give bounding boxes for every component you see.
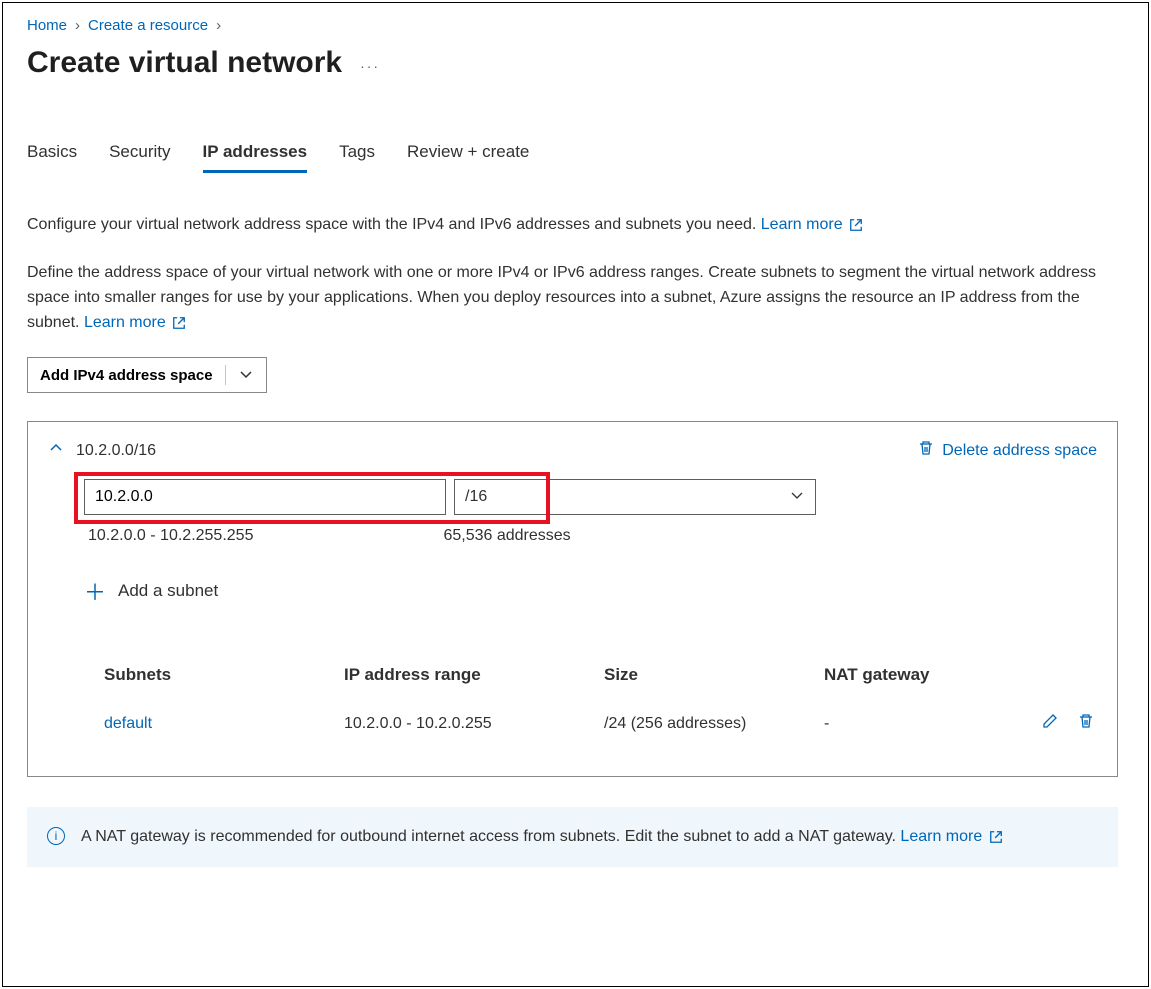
external-link-icon (989, 828, 1003, 842)
description-content: Define the address space of your virtual… (27, 264, 1096, 331)
tab-security[interactable]: Security (109, 142, 170, 173)
breadcrumb: Home › Create a resource › (27, 17, 1118, 34)
plus-icon: ＋ (84, 575, 106, 607)
add-subnet-label: Add a subnet (118, 581, 218, 601)
breadcrumb-sep: › (75, 17, 80, 34)
col-subnets: Subnets (104, 665, 344, 685)
collapse-toggle[interactable] (48, 440, 64, 461)
more-actions-button[interactable]: ··· (360, 58, 380, 74)
address-prefix-select[interactable]: /16 (454, 479, 816, 515)
info-icon: i (47, 827, 65, 845)
col-size: Size (604, 665, 824, 685)
col-nat: NAT gateway (824, 665, 1024, 685)
subnet-row: default 10.2.0.0 - 10.2.0.255 /24 (256 a… (48, 699, 1097, 748)
breadcrumb-home[interactable]: Home (27, 17, 67, 34)
breadcrumb-sep-2: › (216, 17, 221, 34)
tabs: Basics Security IP addresses Tags Review… (27, 142, 1118, 173)
delete-address-space-button[interactable]: Delete address space (918, 440, 1097, 461)
external-link-icon (849, 216, 863, 230)
intro-learn-more-label: Learn more (761, 216, 843, 233)
button-divider (225, 365, 226, 385)
nat-info-banner: i A NAT gateway is recommended for outbo… (27, 807, 1118, 867)
intro-learn-more-link[interactable]: Learn more (761, 216, 863, 233)
add-space-label: Add IPv4 address space (40, 367, 213, 384)
edit-subnet-button[interactable] (1042, 713, 1058, 734)
external-link-icon (172, 314, 186, 328)
address-count-text: 65,536 addresses (443, 527, 570, 545)
chevron-down-icon[interactable] (238, 366, 254, 385)
description-text: Define the address space of your virtual… (27, 261, 1118, 335)
info-learn-more-label: Learn more (900, 828, 982, 845)
address-space-cidr: 10.2.0.0/16 (76, 442, 156, 460)
info-learn-more-link[interactable]: Learn more (900, 828, 1002, 845)
address-ip-input[interactable] (84, 479, 446, 515)
intro-text: Configure your virtual network address s… (27, 213, 1118, 237)
intro-text-content: Configure your virtual network address s… (27, 216, 756, 233)
add-ipv4-address-space-button[interactable]: Add IPv4 address space (27, 357, 267, 393)
breadcrumb-create-resource[interactable]: Create a resource (88, 17, 208, 34)
page-title: Create virtual network (27, 46, 342, 80)
delete-subnet-button[interactable] (1078, 713, 1094, 734)
chevron-down-icon (789, 487, 805, 508)
tab-tags[interactable]: Tags (339, 142, 375, 173)
subnet-table: Subnets IP address range Size NAT gatewa… (48, 651, 1097, 748)
tab-ip-addresses[interactable]: IP addresses (203, 142, 308, 173)
desc-learn-more-link[interactable]: Learn more (84, 314, 186, 331)
address-range-text: 10.2.0.0 - 10.2.255.255 (88, 527, 253, 545)
trash-icon (918, 440, 934, 461)
tab-review-create[interactable]: Review + create (407, 142, 529, 173)
subnet-range: 10.2.0.0 - 10.2.0.255 (344, 715, 604, 733)
address-space-panel: 10.2.0.0/16 Delete address space /16 10.… (27, 421, 1118, 777)
subnet-size: /24 (256 addresses) (604, 715, 824, 733)
desc-learn-more-label: Learn more (84, 314, 166, 331)
prefix-value-label: /16 (465, 488, 487, 506)
tab-basics[interactable]: Basics (27, 142, 77, 173)
subnet-name-link[interactable]: default (104, 715, 344, 733)
col-range: IP address range (344, 665, 604, 685)
delete-address-space-label: Delete address space (942, 442, 1097, 460)
subnet-table-header: Subnets IP address range Size NAT gatewa… (48, 651, 1097, 699)
subnet-nat: - (824, 715, 1024, 733)
info-text: A NAT gateway is recommended for outboun… (81, 828, 896, 845)
add-subnet-button[interactable]: ＋ Add a subnet (84, 575, 1097, 607)
